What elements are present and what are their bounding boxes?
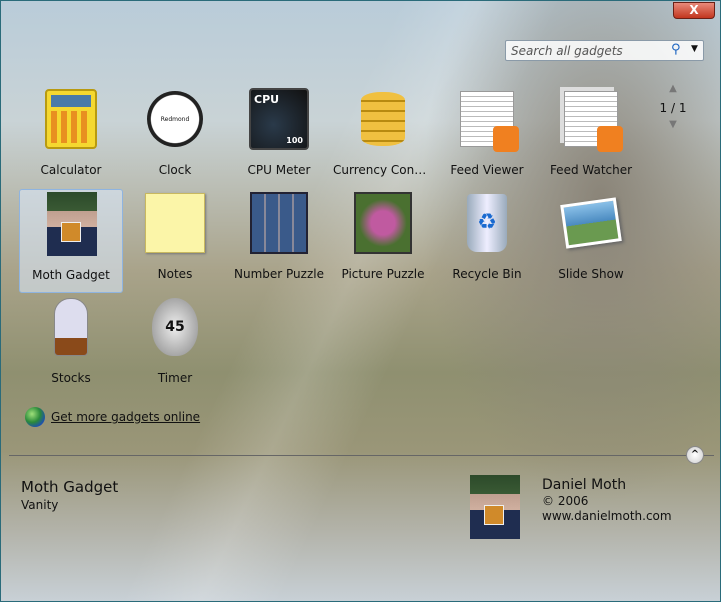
- gadget-label: Timer: [157, 371, 193, 385]
- search-icon[interactable]: ⚲: [671, 42, 681, 57]
- gadget-calculator[interactable]: Calculator: [19, 85, 123, 189]
- page-indicator: 1 / 1: [659, 101, 687, 115]
- gadget-label: Picture Puzzle: [341, 267, 425, 281]
- stocks-icon: [41, 297, 101, 357]
- search-input[interactable]: [506, 41, 666, 60]
- detail-author: Daniel Moth: [542, 477, 627, 493]
- clock-icon: Redmond: [145, 89, 205, 149]
- gadget-clock[interactable]: Redmond Clock: [123, 85, 227, 189]
- calculator-icon: [41, 89, 101, 149]
- coins-icon: [353, 89, 413, 149]
- gadget-feed-viewer[interactable]: Feed Viewer: [435, 85, 539, 189]
- recycle-bin-icon: ♻: [457, 193, 517, 253]
- gadget-label: Stocks: [51, 371, 91, 385]
- gadget-label: Notes: [157, 267, 193, 281]
- slide-show-icon: [560, 193, 622, 253]
- timer-value: 45: [165, 319, 185, 335]
- gadget-label: Slide Show: [558, 267, 624, 281]
- gadget-slide-show[interactable]: Slide Show: [539, 189, 643, 293]
- author-photo: [470, 475, 520, 539]
- number-puzzle-icon: [249, 192, 309, 254]
- gadget-label: CPU Meter: [247, 163, 311, 177]
- gadget-cpu-meter[interactable]: CPU 100 CPU Meter: [227, 85, 331, 189]
- gadget-notes[interactable]: Notes: [123, 189, 227, 293]
- cpu-meter-icon: CPU 100: [249, 88, 309, 150]
- detail-gadget-category: Vanity: [21, 498, 59, 512]
- detail-gadget-name: Moth Gadget: [21, 478, 119, 496]
- get-more-gadgets-link[interactable]: Get more gadgets online: [51, 410, 200, 424]
- gadget-label: Currency Convers…: [333, 163, 435, 177]
- gadget-stocks[interactable]: Stocks: [19, 293, 123, 397]
- search-box: ⚲ ▼: [505, 40, 704, 61]
- gadget-label: Number Puzzle: [234, 267, 324, 281]
- get-more-gadgets[interactable]: Get more gadgets online: [25, 407, 200, 427]
- gadget-label: Feed Watcher: [549, 163, 633, 177]
- hide-details-button[interactable]: ^: [686, 446, 704, 464]
- gadget-gallery-window: X ⚲ ▼ ▲ 1 / 1 ▼ Calculator Redmond Clock CP…: [0, 0, 721, 602]
- gadget-label: Clock: [158, 163, 192, 177]
- globe-icon: [25, 407, 45, 427]
- gadget-recycle-bin[interactable]: ♻ Recycle Bin: [435, 189, 539, 293]
- gadget-label: Moth Gadget: [32, 268, 110, 282]
- gadget-label: Calculator: [40, 163, 102, 177]
- timer-icon: 45: [145, 297, 205, 357]
- page-down-button[interactable]: ▼: [656, 119, 690, 131]
- gadget-timer[interactable]: 45 Timer: [123, 293, 227, 397]
- notes-icon: [145, 193, 205, 253]
- chevron-down-icon[interactable]: ▼: [691, 44, 698, 54]
- page-up-button[interactable]: ▲: [656, 83, 690, 95]
- gadget-feed-watcher[interactable]: Feed Watcher: [539, 85, 643, 189]
- picture-puzzle-icon: [353, 192, 413, 254]
- gadget-picture-puzzle[interactable]: Picture Puzzle: [331, 189, 435, 293]
- pager: ▲ 1 / 1 ▼: [656, 83, 690, 131]
- feed-viewer-icon: [457, 89, 519, 152]
- moth-gadget-icon: [42, 192, 102, 256]
- gadget-label: Recycle Bin: [452, 267, 522, 281]
- details-divider: [9, 455, 714, 456]
- clock-label: Redmond: [160, 115, 190, 123]
- detail-url[interactable]: www.danielmoth.com: [542, 509, 672, 523]
- gadget-currency-convers[interactable]: Currency Convers…: [331, 85, 435, 189]
- gadget-number-puzzle[interactable]: Number Puzzle: [227, 189, 331, 293]
- detail-copyright: © 2006: [542, 494, 589, 508]
- gadget-label: Feed Viewer: [450, 163, 524, 177]
- gadget-moth-gadget[interactable]: Moth Gadget: [19, 189, 123, 293]
- feed-watcher-icon: [561, 89, 623, 152]
- close-button[interactable]: X: [673, 2, 715, 19]
